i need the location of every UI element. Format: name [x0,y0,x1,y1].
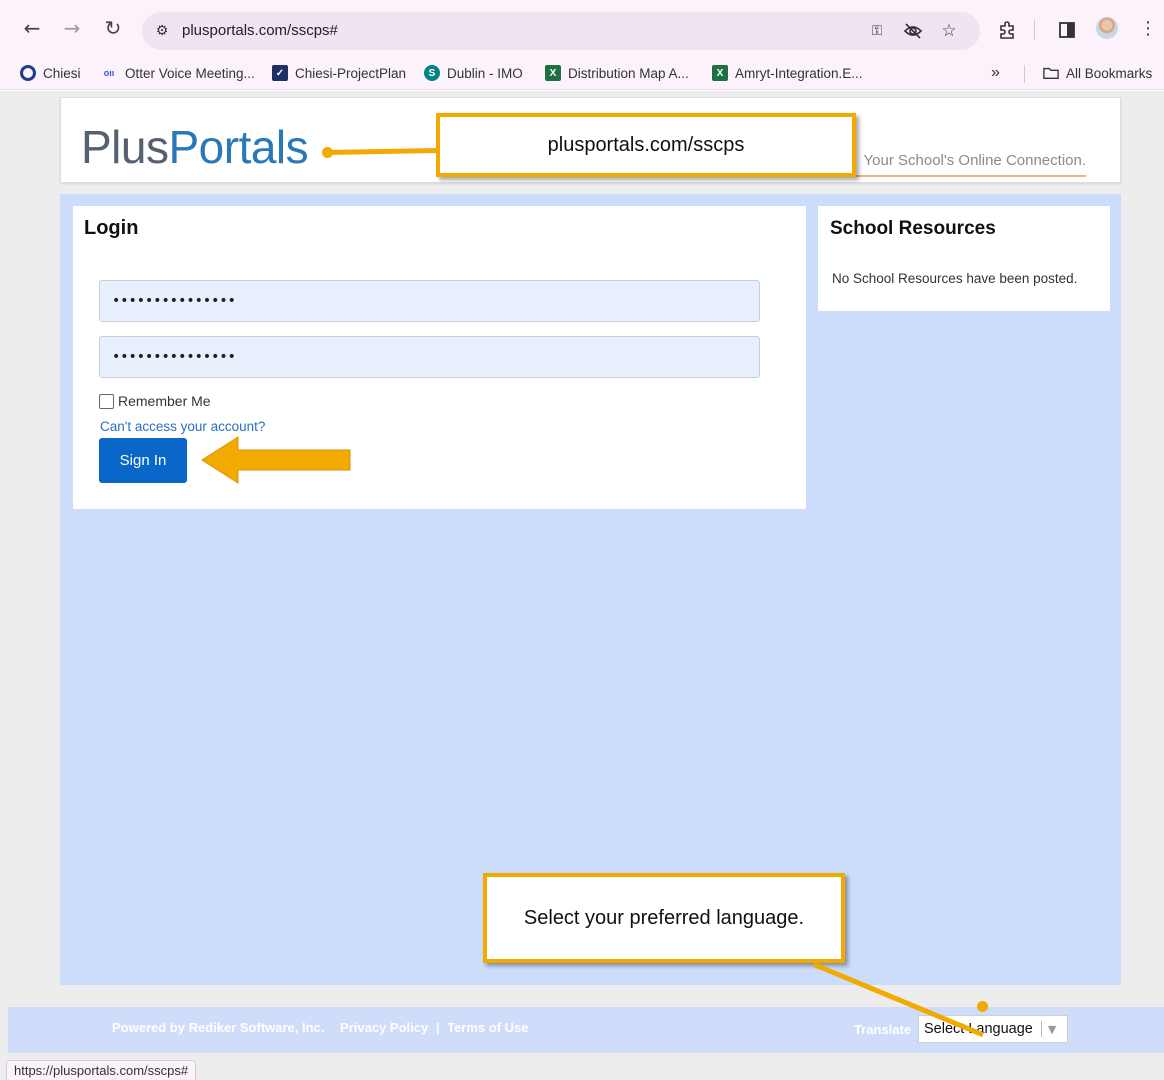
address-url[interactable]: plusportals.com/sscps# [182,22,338,39]
side-panel-icon[interactable] [1056,19,1078,41]
bookmark-dublin-imo[interactable]: S Dublin - IMO [424,64,523,82]
eye-off-icon[interactable] [902,20,924,42]
more-menu-icon[interactable]: ⋮ [1136,16,1160,40]
logo-portals: Portals [168,121,309,173]
password-field[interactable] [99,336,760,378]
login-title: Login [84,217,139,239]
check-icon: ✓ [272,65,288,81]
logo-plus: Plus [81,121,169,173]
back-icon[interactable]: ← [20,16,44,40]
bookmark-label: Chiesi [43,65,81,81]
folder-icon [1043,65,1059,81]
plusportals-logo[interactable]: PlusPortals [81,121,309,173]
login-panel: Login Remember Me Can't access your acco… [73,206,806,509]
browser-toolbar: ← → ↻ ⚙ plusportals.com/sscps# ⚿ ☆ ⋮ [0,0,1164,56]
username-input[interactable] [100,281,759,321]
terms-of-use-link[interactable]: Terms of Use [447,1020,528,1035]
otter-icon: oıı [103,68,115,78]
url-callout: plusportals.com/sscps [436,113,856,177]
bookmarks-bar: Chiesi oıı Otter Voice Meeting... ✓ Chie… [0,56,1164,90]
powered-by-link[interactable]: Powered by Rediker Software, Inc. [112,1020,324,1035]
excel-icon: X [712,65,728,81]
bookmark-chiesi-projectplan[interactable]: ✓ Chiesi-ProjectPlan [272,64,406,82]
school-resources-empty: No School Resources have been posted. [832,271,1078,286]
bookmark-label: Amryt-Integration.E... [735,65,863,81]
reload-icon[interactable]: ↻ [101,16,125,40]
translate-label: Translate [854,1022,912,1037]
bookmark-label: Chiesi-ProjectPlan [295,65,407,81]
profile-avatar[interactable] [1096,17,1118,39]
footer-links: Powered by Rediker Software, Inc. Privac… [112,1020,541,1035]
privacy-policy-link[interactable]: Privacy Policy [340,1020,428,1035]
remember-me-label: Remember Me [118,393,211,409]
password-key-icon[interactable]: ⚿ [866,20,888,42]
status-bar-url: https://plusportals.com/sscps# [6,1060,197,1080]
circle-icon [20,65,36,81]
address-bar[interactable]: ⚙ plusportals.com/sscps# ⚿ ☆ [142,12,980,50]
sign-in-arrow-icon [201,436,351,484]
sign-in-button[interactable]: Sign In [99,438,187,483]
username-field[interactable] [99,280,760,322]
all-bookmarks-label: All Bookmarks [1066,65,1153,81]
bookmark-distribution-map[interactable]: X Distribution Map A... [545,64,689,82]
tagline: Your School's Online Connection. [863,152,1086,169]
toolbar-separator [1034,20,1035,40]
bookmark-chiesi[interactable]: Chiesi [20,64,81,82]
cant-access-link[interactable]: Can't access your account? [100,419,265,434]
tagline-underline [850,175,1086,177]
school-resources-panel: School Resources No School Resources hav… [818,206,1110,311]
star-icon[interactable]: ☆ [938,20,960,42]
bookmark-label: Dublin - IMO [447,65,523,81]
bookmarks-separator [1024,65,1025,83]
sharepoint-icon: S [424,65,440,81]
forward-icon[interactable]: → [60,16,84,40]
site-settings-icon[interactable]: ⚙ [151,20,173,42]
site-footer: Powered by Rediker Software, Inc. Privac… [8,1007,1164,1053]
bookmark-label: Distribution Map A... [568,65,689,81]
bookmark-amryt-integration[interactable]: X Amryt-Integration.E... [712,64,863,82]
password-input[interactable] [100,337,759,377]
all-bookmarks[interactable]: All Bookmarks [1043,64,1152,82]
footer-separator: | [435,1020,440,1035]
content-area: Login Remember Me Can't access your acco… [60,194,1121,985]
language-callout: Select your preferred language. [483,873,845,963]
extensions-icon[interactable] [996,19,1018,41]
language-callout-dot [977,1001,988,1012]
select-divider [1040,1021,1042,1037]
excel-icon: X [545,65,561,81]
bookmarks-overflow[interactable]: » [991,64,1000,82]
dropdown-arrow-icon[interactable]: ▼ [1048,1023,1056,1036]
bookmark-label: Otter Voice Meeting... [125,65,255,81]
bookmark-otter[interactable]: oıı Otter Voice Meeting... [100,64,255,82]
remember-me[interactable]: Remember Me [99,393,211,409]
school-resources-title: School Resources [830,218,996,239]
remember-me-checkbox[interactable] [99,393,114,409]
